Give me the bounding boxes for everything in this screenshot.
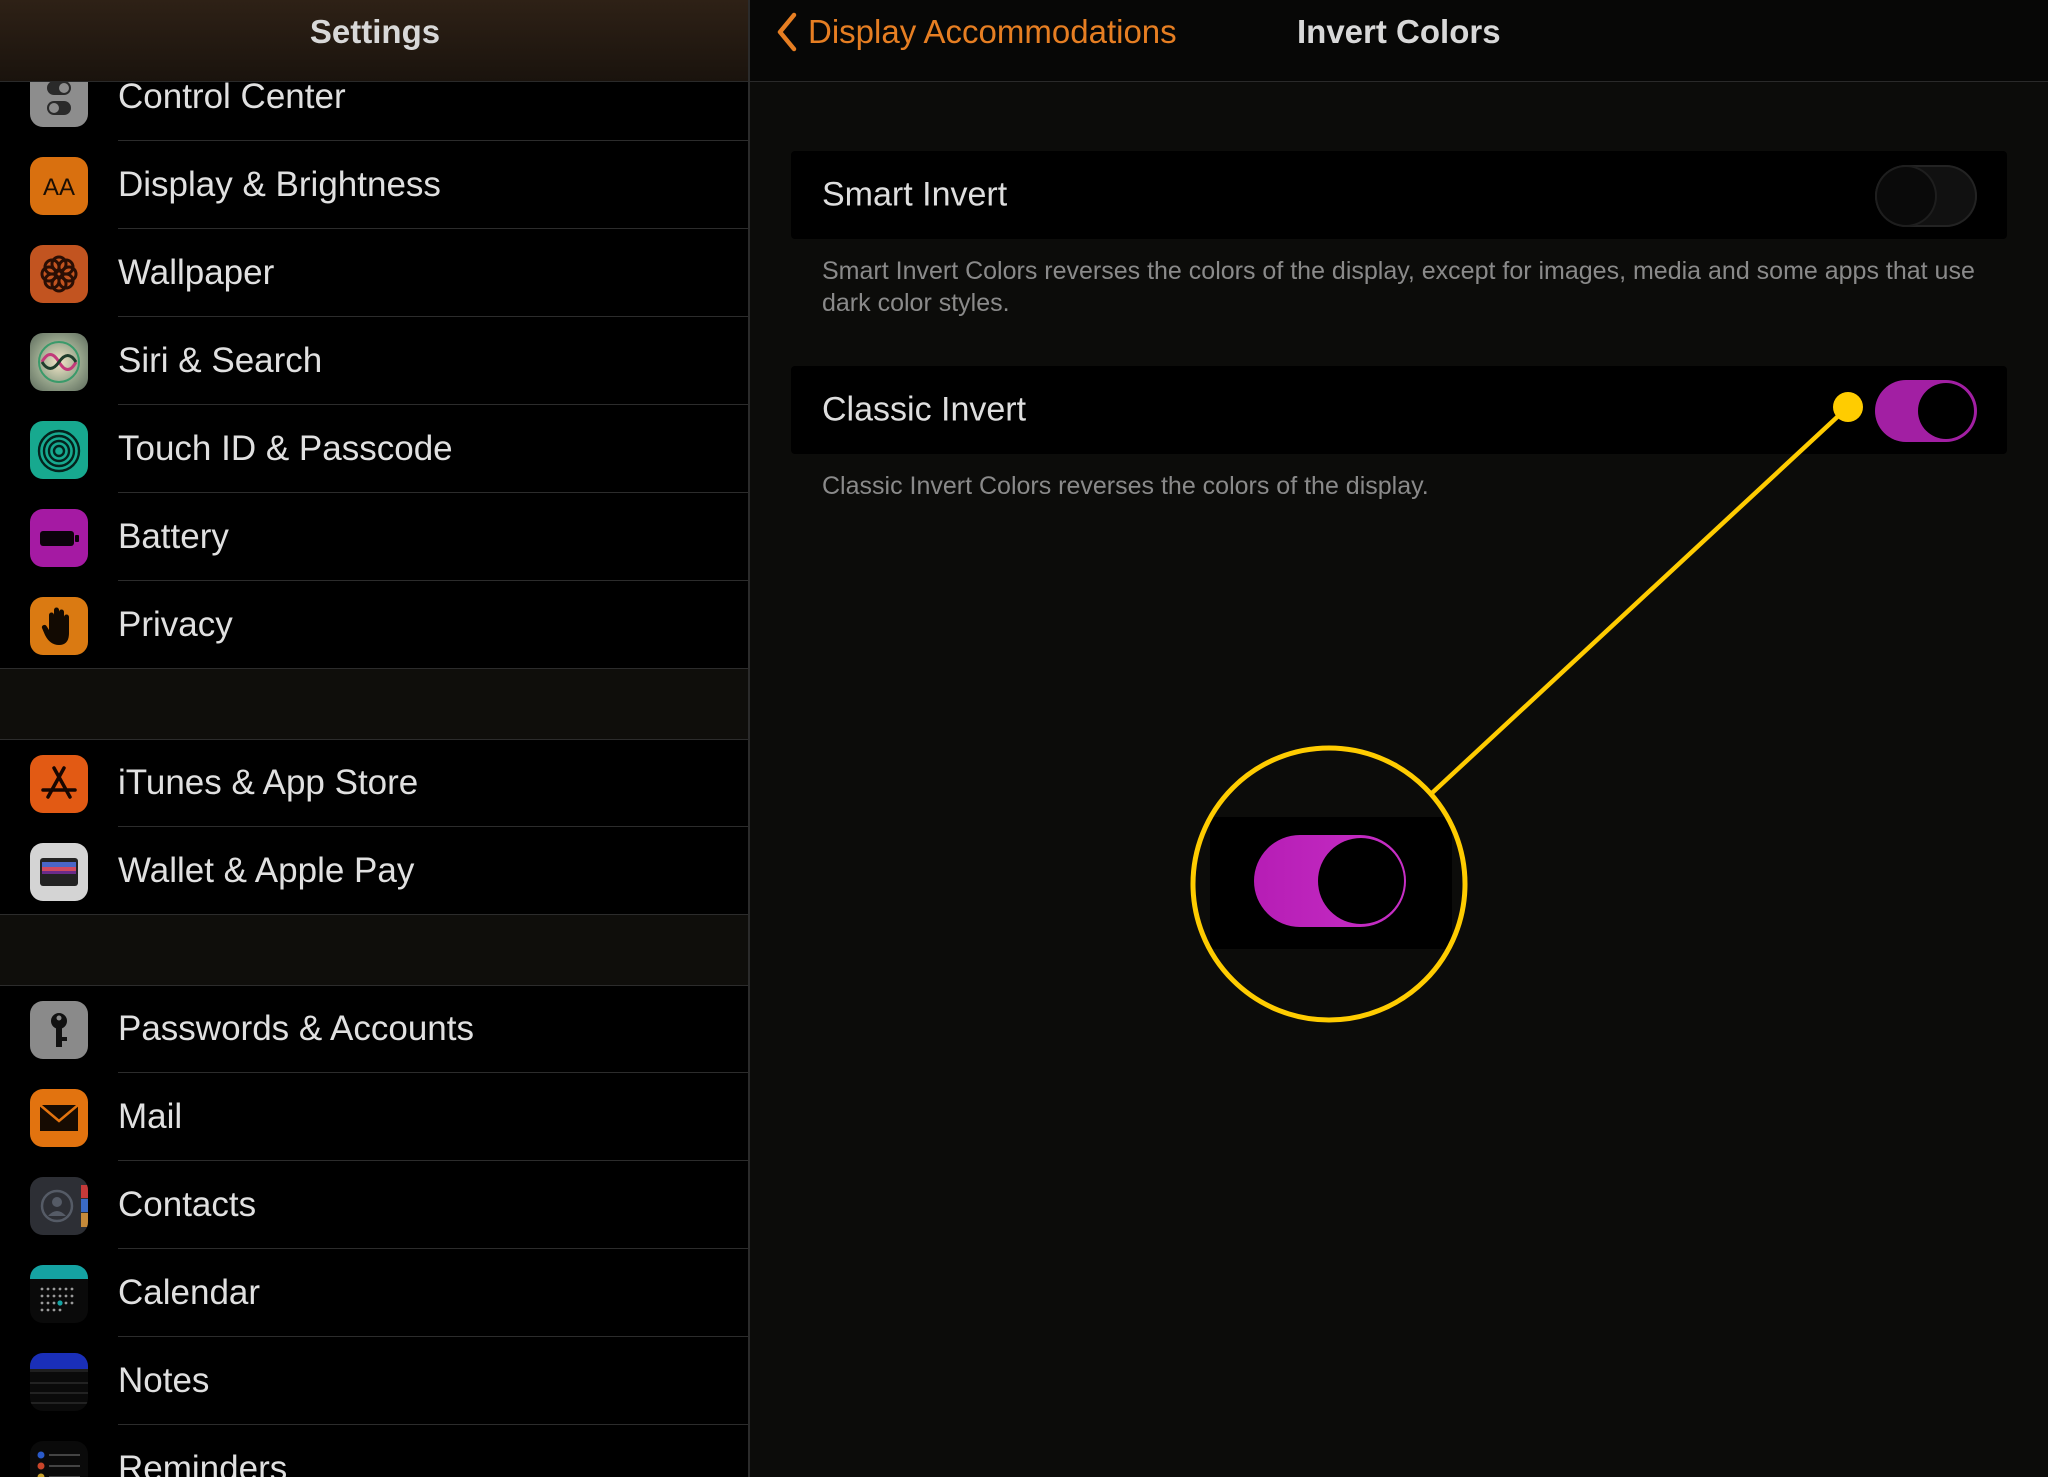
- sidebar-item-touch-id[interactable]: Touch ID & Passcode: [0, 405, 750, 493]
- sidebar-item-label: Reminders: [118, 1449, 288, 1477]
- sidebar-item-label: iTunes & App Store: [118, 763, 419, 802]
- classic-invert-toggle[interactable]: [1875, 380, 1977, 442]
- classic-invert-label: Classic Invert: [822, 390, 1027, 429]
- sidebar-item-contacts[interactable]: Contacts: [0, 1161, 750, 1249]
- sidebar-item-siri-search[interactable]: Siri & Search: [0, 317, 750, 405]
- sidebar-item-label: Display & Brightness: [118, 165, 441, 204]
- contacts-icon: [30, 1177, 88, 1235]
- group-spacer: [0, 914, 750, 986]
- display-brightness-icon: AA: [30, 157, 88, 215]
- sidebar-item-privacy[interactable]: Privacy: [0, 581, 750, 669]
- smart-invert-label: Smart Invert: [822, 175, 1008, 214]
- sidebar-header: Settings: [0, 0, 750, 82]
- battery-icon: [30, 509, 88, 567]
- svg-text:AA: AA: [43, 174, 75, 201]
- sidebar-item-label: Wallet & Apple Pay: [118, 851, 415, 890]
- sidebar-title: Settings: [309, 13, 441, 50]
- sidebar-item-mail[interactable]: Mail: [0, 1073, 750, 1161]
- sidebar-item-reminders[interactable]: Reminders: [0, 1425, 750, 1477]
- reminders-icon: [30, 1441, 88, 1477]
- sidebar-item-label: Mail: [118, 1097, 183, 1136]
- smart-invert-footnote: Smart Invert Colors reverses the colors …: [822, 257, 1975, 317]
- key-icon: [30, 1001, 88, 1059]
- chevron-left-icon: [777, 12, 797, 52]
- smart-invert-toggle[interactable]: [1875, 165, 1977, 227]
- sidebar-item-label: Notes: [118, 1361, 210, 1400]
- settings-sidebar: Settings Control Center AA Display & Bri…: [0, 0, 750, 1477]
- sidebar-item-label: Siri & Search: [118, 341, 323, 380]
- app-store-icon: [30, 755, 88, 813]
- sidebar-item-label: Privacy: [118, 605, 233, 644]
- back-button-label: Display Accommodations: [808, 13, 1177, 50]
- page-title: Invert Colors: [1297, 13, 1501, 50]
- back-button[interactable]: Display Accommodations: [774, 10, 1177, 54]
- sidebar-item-passwords-accounts[interactable]: Passwords & Accounts: [0, 985, 750, 1073]
- mail-icon: [30, 1089, 88, 1147]
- sidebar-item-battery[interactable]: Battery: [0, 493, 750, 581]
- sidebar-item-label: Battery: [118, 517, 229, 556]
- sidebar-item-notes[interactable]: Notes: [0, 1337, 750, 1425]
- sidebar-item-label: Contacts: [118, 1185, 257, 1224]
- toggle-knob: [1877, 167, 1935, 225]
- classic-invert-cell: Classic Invert: [791, 366, 2007, 454]
- sidebar-item-wallet-apple-pay[interactable]: Wallet & Apple Pay: [0, 827, 750, 915]
- privacy-hand-icon: [30, 597, 88, 655]
- sidebar-item-label: Touch ID & Passcode: [118, 429, 453, 468]
- sidebar-item-label: Wallpaper: [118, 253, 275, 292]
- wallpaper-icon: [30, 245, 88, 303]
- notes-icon: [30, 1353, 88, 1411]
- fingerprint-icon: [30, 421, 88, 479]
- sidebar-item-label: Calendar: [118, 1273, 261, 1312]
- split-view-divider: [748, 0, 750, 1477]
- sidebar-item-calendar[interactable]: Calendar: [0, 1249, 750, 1337]
- toggle-knob: [1918, 383, 1974, 439]
- calendar-icon: [30, 1265, 88, 1323]
- sidebar-item-display-brightness[interactable]: AA Display & Brightness: [0, 141, 750, 229]
- wallet-icon: [30, 843, 88, 901]
- group-spacer: [0, 668, 750, 740]
- siri-icon: [30, 333, 88, 391]
- sidebar-item-wallpaper[interactable]: Wallpaper: [0, 229, 750, 317]
- sidebar-item-label: Passwords & Accounts: [118, 1009, 474, 1048]
- smart-invert-cell: Smart Invert: [791, 151, 2007, 239]
- sidebar-item-label: Control Center: [118, 77, 346, 116]
- invert-colors-panel: Display Accommodations Invert Colors Sma…: [750, 0, 2048, 1477]
- sidebar-item-itunes-app-store[interactable]: iTunes & App Store: [0, 739, 750, 827]
- navigation-bar: Display Accommodations Invert Colors: [750, 0, 2048, 82]
- classic-invert-footnote: Classic Invert Colors reverses the color…: [822, 472, 1429, 500]
